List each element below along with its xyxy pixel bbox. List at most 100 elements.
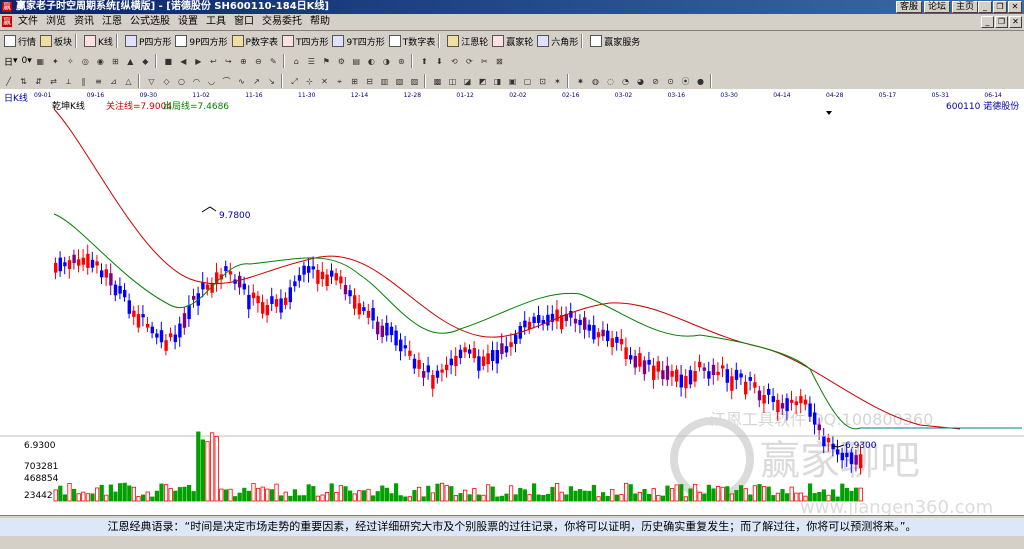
forum-link[interactable]: 论坛	[923, 1, 950, 13]
drawing-tool-icon[interactable]: ▩	[431, 75, 444, 88]
toolbar-button[interactable]: 行情	[4, 33, 36, 49]
drawing-tool-icon[interactable]: ⤢	[288, 75, 301, 88]
drawing-tool-icon[interactable]: ●	[694, 75, 707, 88]
drawing-tool-icon[interactable]: ⊟	[363, 75, 376, 88]
tool-icon[interactable]: ⟳	[463, 55, 476, 68]
tool-icon[interactable]: ⊖	[252, 55, 265, 68]
drawing-tool-icon[interactable]: ▽	[145, 75, 158, 88]
toolbar-button[interactable]: 江恩轮	[447, 33, 488, 49]
menu-item[interactable]: 江恩	[102, 14, 122, 30]
drawing-tool-icon[interactable]: ⇵	[32, 75, 45, 88]
drawing-tool-icon[interactable]: ⊿	[107, 75, 120, 88]
drawing-tool-icon[interactable]: ◇	[160, 75, 173, 88]
menu-item[interactable]: 浏览	[46, 14, 66, 30]
drawing-tool-icon[interactable]: ⊡	[536, 75, 549, 88]
drawing-tool-icon[interactable]: ◫	[446, 75, 459, 88]
drawing-tool-icon[interactable]: ◔	[619, 75, 632, 88]
drawing-tool-icon[interactable]: ◡	[205, 75, 218, 88]
drawing-tool-icon[interactable]: ▣	[506, 75, 519, 88]
tool-icon[interactable]: ◉	[94, 55, 107, 68]
tool-icon[interactable]: ✧	[64, 55, 77, 68]
tool-icon[interactable]: ✦	[49, 55, 62, 68]
tool-icon[interactable]: ⚑	[320, 55, 333, 68]
tool-icon[interactable]: ▦	[34, 55, 47, 68]
drawing-tool-icon[interactable]: ↘	[265, 75, 278, 88]
tool-icon[interactable]: ◑	[380, 55, 393, 68]
tool-icon[interactable]: ⚙	[335, 55, 348, 68]
menu-item[interactable]: 设置	[178, 14, 198, 30]
tool-icon[interactable]: ⊕	[237, 55, 250, 68]
drawing-tool-icon[interactable]: ⊘	[649, 75, 662, 88]
tool-icon[interactable]: ▶	[192, 55, 205, 68]
drawing-tool-icon[interactable]: ⇅	[17, 75, 30, 88]
menu-item[interactable]: 文件	[18, 14, 38, 30]
tool-icon[interactable]: ◀	[177, 55, 190, 68]
menu-item[interactable]: 交易委托	[262, 14, 302, 30]
drawing-tool-icon[interactable]: ⇄	[47, 75, 60, 88]
menu-item[interactable]: 工具	[206, 14, 226, 30]
drawing-tool-icon[interactable]: ▨	[408, 75, 421, 88]
toolbar-button[interactable]: 板块	[40, 33, 72, 49]
drawing-tool-icon[interactable]: ▧	[393, 75, 406, 88]
home-link[interactable]: 主页	[951, 1, 978, 13]
tool-icon[interactable]: ⬇	[433, 55, 446, 68]
tool-icon[interactable]: ⬆	[418, 55, 431, 68]
drawing-tool-icon[interactable]: ✶	[551, 75, 564, 88]
menu-item[interactable]: 窗口	[234, 14, 254, 30]
tool-icon[interactable]: ⊠	[493, 55, 506, 68]
drawing-tool-icon[interactable]: ◪	[461, 75, 474, 88]
tool-icon[interactable]: ☰	[305, 55, 318, 68]
drawing-tool-icon[interactable]: ╱	[2, 75, 15, 88]
drawing-tool-icon[interactable]: ▢	[521, 75, 534, 88]
tool-icon[interactable]: ⌂	[290, 55, 303, 68]
tool-icon[interactable]: ⊛	[395, 55, 408, 68]
drawing-tool-icon[interactable]: ⊹	[303, 75, 316, 88]
tool-icon[interactable]: ◎	[79, 55, 92, 68]
menu-item[interactable]: 帮助	[310, 14, 330, 30]
drawing-tool-icon[interactable]: ↗	[250, 75, 263, 88]
drawing-tool-icon[interactable]: ∿	[235, 75, 248, 88]
tool-icon[interactable]: ✂	[478, 55, 491, 68]
child-minimize-button[interactable]: _	[981, 16, 994, 28]
kline-chart[interactable]: 09-01 09-16 09-30 11-02 11-16 11-30 12-14 12-28…	[0, 89, 1024, 515]
tool-icon[interactable]: ⊞	[109, 55, 122, 68]
tool-icon[interactable]: ■	[162, 55, 175, 68]
tool-icon[interactable]: ✎	[267, 55, 280, 68]
drawing-tool-icon[interactable]: ◨	[491, 75, 504, 88]
toolbar-button[interactable]: T数字表	[388, 33, 435, 49]
drawing-tool-icon[interactable]: ✷	[574, 75, 587, 88]
restore-button[interactable]: ❐	[993, 1, 1007, 13]
period-dropdown[interactable]: 日 ▾	[4, 53, 18, 69]
toolbar-button[interactable]: T四方形	[281, 33, 328, 49]
drawing-tool-icon[interactable]: ≡	[92, 75, 105, 88]
drawing-tool-icon[interactable]: ▥	[378, 75, 391, 88]
toolbar-button[interactable]: 赢家轮	[492, 33, 533, 49]
drawing-tool-icon[interactable]: ⊞	[348, 75, 361, 88]
toolbar-button[interactable]: P四方形	[124, 33, 171, 49]
tool-icon[interactable]: ⟲	[448, 55, 461, 68]
drawing-tool-icon[interactable]: ✕	[318, 75, 331, 88]
drawing-tool-icon[interactable]: ◕	[634, 75, 647, 88]
child-restore-button[interactable]: ❐	[995, 16, 1008, 28]
drawing-tool-icon[interactable]: ◌	[604, 75, 617, 88]
minimize-button[interactable]: _	[978, 1, 992, 13]
kline-svg[interactable]: 09-01 09-16 09-30 11-02 11-16 11-30 12-14 12-28…	[0, 89, 1024, 515]
drawing-tool-icon[interactable]: ◩	[476, 75, 489, 88]
toolbar-button[interactable]: K线	[84, 33, 113, 49]
close-button[interactable]: ✕	[1008, 1, 1022, 13]
drawing-tool-icon[interactable]: ∥	[77, 75, 90, 88]
tool-icon[interactable]: ◐	[365, 55, 378, 68]
drawing-tool-icon[interactable]: △	[122, 75, 135, 88]
menu-item[interactable]: 资讯	[74, 14, 94, 30]
number-dropdown[interactable]: 0 ▾	[22, 53, 32, 69]
drawing-tool-icon[interactable]: ⦿	[679, 75, 692, 88]
toolbar-button[interactable]: 赢家服务	[590, 33, 640, 49]
drawing-tool-icon[interactable]: ⊙	[664, 75, 677, 88]
tool-icon[interactable]: ↩	[207, 55, 220, 68]
service-link[interactable]: 客服	[895, 1, 922, 13]
drawing-tool-icon[interactable]: ◍	[589, 75, 602, 88]
drawing-tool-icon[interactable]: ⟂	[62, 75, 75, 88]
toolbar-button[interactable]: P数字表	[231, 33, 278, 49]
tool-icon[interactable]: ◆	[139, 55, 152, 68]
menu-item[interactable]: 公式选股	[130, 14, 170, 30]
